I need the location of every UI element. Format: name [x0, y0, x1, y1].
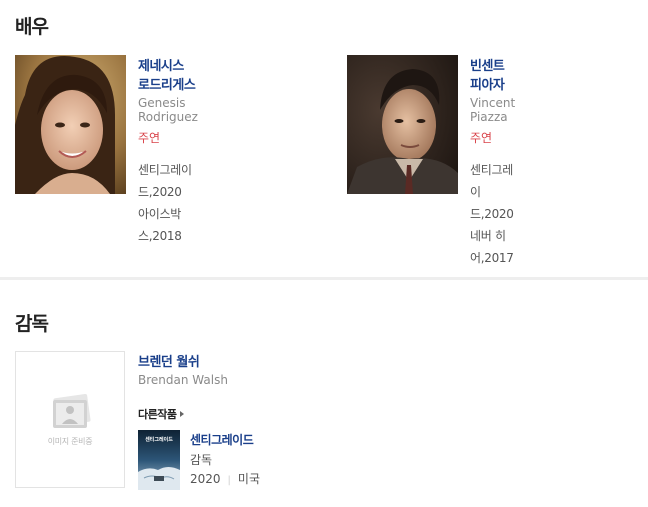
- actor-name-en: Vincent Piazza: [470, 96, 516, 124]
- actor-portrait-image: [347, 55, 458, 194]
- director-photo-placeholder[interactable]: 이미지 준비중: [15, 351, 125, 488]
- actor-photo[interactable]: [15, 55, 126, 194]
- other-works-link[interactable]: 다른작품: [138, 406, 185, 422]
- actor-role: 주연: [470, 131, 493, 145]
- actor-name-ko[interactable]: 제네시스 로드리게스: [138, 55, 198, 93]
- director-name-ko[interactable]: 브렌던 월쉬: [138, 351, 228, 370]
- actor-portrait-image: [15, 55, 126, 194]
- other-work-year: 2020: [190, 472, 221, 486]
- actor-work-item[interactable]: 센티그레이드,2020: [138, 159, 198, 203]
- actor-photo[interactable]: [347, 55, 458, 194]
- image-placeholder-label: 이미지 준비중: [47, 437, 93, 446]
- meta-separator: |: [227, 475, 231, 486]
- chevron-right-icon: [180, 411, 185, 417]
- section-divider: [0, 277, 648, 280]
- image-placeholder-icon: [53, 394, 91, 428]
- actor-work-item[interactable]: 아이스박스,2018: [138, 203, 198, 247]
- poster-title-text: 센티그레이드: [145, 437, 173, 443]
- other-works-label: 다른작품: [138, 408, 177, 421]
- other-work-title[interactable]: 센티그레이드: [190, 431, 254, 448]
- other-work-country: 미국: [237, 472, 261, 486]
- director-section-title: 감독: [15, 313, 49, 335]
- other-work-role: 감독: [190, 453, 213, 467]
- movie-poster-thumbnail[interactable]: 센티그레이드: [138, 430, 180, 490]
- actor-name-ko[interactable]: 빈센트 피아자: [470, 55, 515, 93]
- actors-section-title: 배우: [15, 16, 49, 38]
- actor-name-en: Genesis Rodriguez: [138, 96, 198, 124]
- actor-work-item[interactable]: 센티그레이드,2020: [470, 159, 515, 225]
- actor-work-item[interactable]: 네버 히어,2017: [470, 225, 515, 269]
- director-name-en: Brendan Walsh: [138, 373, 228, 387]
- other-work-meta: 2020 | 미국: [190, 470, 260, 487]
- actor-role: 주연: [138, 131, 161, 145]
